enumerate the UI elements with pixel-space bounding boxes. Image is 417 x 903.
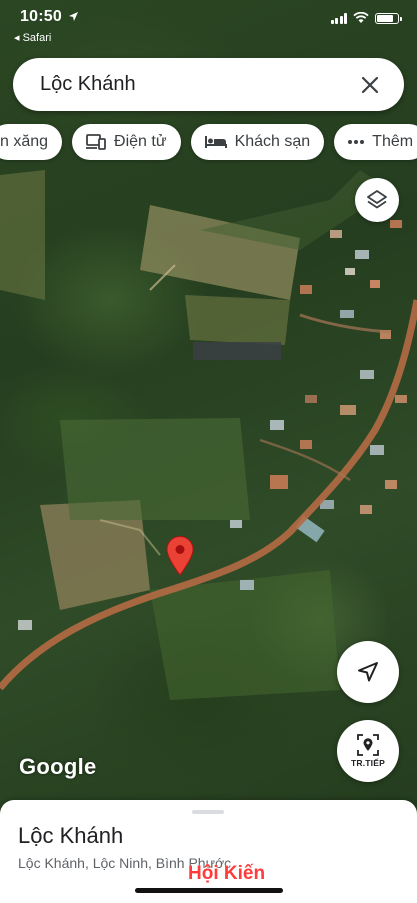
- chip-electronics[interactable]: Điện tử: [72, 124, 181, 160]
- live-view-icon: [357, 734, 379, 756]
- bed-icon: [204, 136, 227, 148]
- sheet-drag-handle[interactable]: [192, 810, 224, 814]
- location-arrow-icon: [69, 12, 78, 21]
- chip-gas-station[interactable]: n xăng: [0, 124, 63, 160]
- layers-icon: [367, 190, 387, 209]
- chip-hotels[interactable]: Khách sạn: [190, 124, 325, 160]
- battery-icon: [375, 12, 402, 24]
- place-title: Lộc Khánh: [18, 823, 124, 848]
- back-to-safari-link[interactable]: ◂ Safari: [14, 31, 51, 44]
- cellular-signal-icon: [330, 12, 347, 24]
- home-indicator[interactable]: [135, 888, 283, 893]
- status-bar: 10:50 ◂ Safari: [0, 0, 417, 44]
- search-query-text[interactable]: Lộc Khánh: [40, 73, 356, 96]
- status-time: 10:50: [20, 8, 62, 25]
- navigation-arrow-icon: [358, 662, 378, 682]
- search-bar[interactable]: Lộc Khánh: [13, 58, 404, 111]
- google-logo: Google: [19, 754, 97, 779]
- live-view-button[interactable]: TR.TIẾP: [337, 720, 399, 782]
- chip-label: Khách sạn: [234, 133, 311, 150]
- clear-search-button[interactable]: [356, 71, 384, 99]
- live-view-label: TR.TIẾP: [351, 758, 385, 768]
- category-chips: n xăng Điện tử Khách sạn Thêm: [0, 124, 417, 160]
- location-pin[interactable]: [166, 536, 194, 576]
- status-icons: [330, 12, 402, 24]
- watermark-text: Hội Kiến: [188, 863, 266, 884]
- wifi-icon: [353, 12, 369, 23]
- my-location-button[interactable]: [337, 641, 399, 703]
- map-pin-icon: [166, 536, 194, 576]
- more-dots-icon: [348, 140, 365, 144]
- chip-label: Điện tử: [114, 133, 167, 150]
- close-icon: [361, 76, 379, 93]
- chip-label: Thêm: [372, 133, 414, 150]
- chip-label: n xăng: [0, 133, 49, 150]
- chip-more[interactable]: Thêm: [334, 124, 417, 160]
- devices-icon: [86, 134, 106, 150]
- place-bottom-sheet[interactable]: Lộc Khánh Lộc Khánh, Lộc Ninh, Bình Phướ…: [0, 800, 417, 903]
- map-layers-button[interactable]: [355, 178, 399, 222]
